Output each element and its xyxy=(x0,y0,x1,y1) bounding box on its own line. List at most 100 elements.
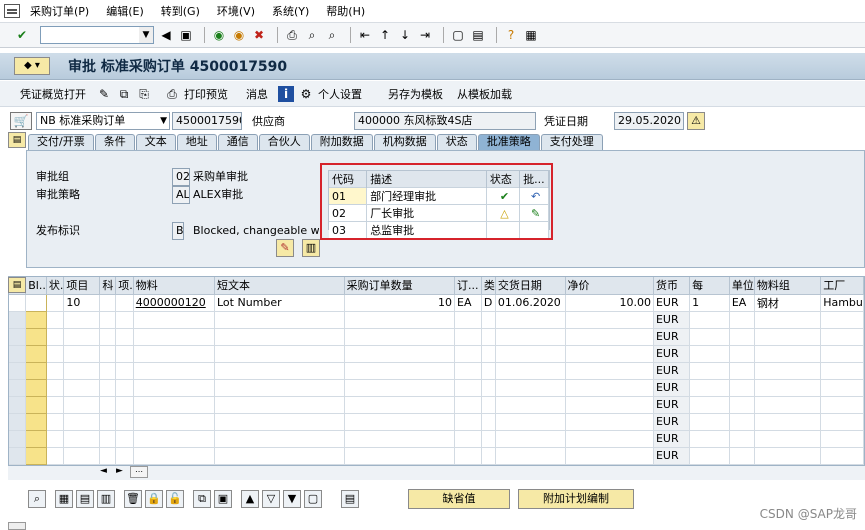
table-cell[interactable] xyxy=(344,447,456,465)
select-all-icon[interactable]: ▦ xyxy=(55,490,73,508)
shortcut-icon[interactable]: ▤ xyxy=(470,27,486,43)
other-document-icon[interactable]: ⎘ xyxy=(136,86,152,102)
paste-icon[interactable]: ▣ xyxy=(214,490,232,508)
row-selector[interactable] xyxy=(9,328,27,346)
table-row[interactable]: EUR xyxy=(9,310,864,329)
scroll-left-icon[interactable]: ◄ xyxy=(100,466,107,476)
table-row[interactable]: EUR xyxy=(9,344,864,363)
table-cell[interactable] xyxy=(454,447,482,465)
release-group-code[interactable]: 02 xyxy=(172,168,190,186)
table-cell[interactable] xyxy=(481,447,496,465)
cell-block[interactable] xyxy=(25,344,47,363)
table-cell[interactable] xyxy=(565,362,654,380)
table-cell[interactable] xyxy=(99,362,117,380)
table-cell[interactable] xyxy=(481,311,496,329)
row-selector[interactable] xyxy=(9,345,27,363)
table-cell[interactable] xyxy=(115,328,134,346)
sort-ascending-icon[interactable]: ▲ xyxy=(241,490,259,508)
table-cell[interactable] xyxy=(454,413,482,431)
info-icon[interactable]: i xyxy=(278,85,294,102)
table-cell[interactable] xyxy=(565,396,654,414)
table-cell[interactable] xyxy=(495,362,566,380)
command-nav-icon[interactable]: ◀ xyxy=(158,27,174,43)
table-cell[interactable] xyxy=(214,362,345,380)
row-selector[interactable] xyxy=(9,447,27,465)
table-row[interactable]: EUR xyxy=(9,361,864,380)
table-cell[interactable] xyxy=(115,430,134,448)
menu-edit[interactable]: 编辑(E) xyxy=(106,3,144,19)
cell-currency[interactable]: EUR xyxy=(653,379,691,397)
default-values-button[interactable]: 缺省值 xyxy=(408,489,510,509)
filter-settings-icon[interactable]: ▼ xyxy=(283,490,301,508)
last-page-icon[interactable]: ⇥ xyxy=(417,27,433,43)
scroll-columns-button[interactable]: ⋯ xyxy=(130,466,148,478)
table-cell[interactable] xyxy=(689,396,730,414)
layout-menu-icon[interactable]: ▦ xyxy=(523,27,539,43)
table-cell[interactable] xyxy=(133,396,216,414)
table-cell[interactable] xyxy=(99,447,117,465)
display-change-icon[interactable]: ⧉ xyxy=(116,86,132,102)
table-row[interactable]: EUR xyxy=(9,412,864,431)
row-selector[interactable] xyxy=(9,413,27,431)
cell-plant[interactable]: Hambu xyxy=(820,294,864,312)
table-cell[interactable] xyxy=(133,345,216,363)
cell-currency[interactable]: EUR xyxy=(653,396,691,414)
table-cell[interactable] xyxy=(344,362,456,380)
table-cell[interactable] xyxy=(495,328,566,346)
table-cell[interactable] xyxy=(495,396,566,414)
table-cell[interactable] xyxy=(133,362,216,380)
table-cell[interactable] xyxy=(689,328,730,346)
table-cell[interactable] xyxy=(729,328,755,346)
row-selector[interactable] xyxy=(9,362,27,380)
row-selector[interactable] xyxy=(9,430,27,448)
table-cell[interactable] xyxy=(344,345,456,363)
table-cell[interactable] xyxy=(99,328,117,346)
table-cell[interactable] xyxy=(454,345,482,363)
table-cell[interactable] xyxy=(495,430,566,448)
table-cell[interactable] xyxy=(495,447,566,465)
messages-button[interactable]: 消息 xyxy=(246,86,268,102)
table-row[interactable]: 10 4000000120 Lot Number 10 EA D 01.06.2… xyxy=(9,293,864,312)
table-cell[interactable] xyxy=(214,447,345,465)
table-cell[interactable] xyxy=(481,379,496,397)
table-cell[interactable] xyxy=(689,311,730,329)
save-as-template-button[interactable]: 另存为模板 xyxy=(388,86,443,102)
table-cell[interactable] xyxy=(115,345,134,363)
table-cell[interactable] xyxy=(565,447,654,465)
table-cell[interactable] xyxy=(115,413,134,431)
table-cell[interactable] xyxy=(481,413,496,431)
table-cell[interactable] xyxy=(63,430,101,448)
table-cell[interactable] xyxy=(133,413,216,431)
table-cell[interactable] xyxy=(481,362,496,380)
release-options-icon[interactable]: ▥ xyxy=(302,239,320,257)
print-icon[interactable]: ⎙ xyxy=(164,86,180,102)
cell-po-quantity[interactable]: 10 xyxy=(344,294,456,312)
table-cell[interactable] xyxy=(214,328,345,346)
cart-icon[interactable]: 🛒 xyxy=(10,112,32,130)
load-from-template-button[interactable]: 从模板加载 xyxy=(457,86,512,102)
row-selector[interactable] xyxy=(9,311,27,329)
table-cell[interactable] xyxy=(729,396,755,414)
table-cell[interactable] xyxy=(63,413,101,431)
table-cell[interactable] xyxy=(454,396,482,414)
table-row[interactable]: EUR xyxy=(9,378,864,397)
cell-block[interactable] xyxy=(25,395,47,414)
table-cell[interactable] xyxy=(820,413,864,431)
table-cell[interactable] xyxy=(754,362,822,380)
column-header-currency[interactable]: 货币 xyxy=(653,277,691,295)
tab-communication[interactable]: 通信 xyxy=(217,134,258,150)
print-icon[interactable]: ⎙ xyxy=(284,27,300,43)
configure-icon[interactable]: ▢ xyxy=(304,490,322,508)
table-cell[interactable] xyxy=(565,311,654,329)
tab-partners[interactable]: 合伙人 xyxy=(258,134,310,150)
table-cell[interactable] xyxy=(689,345,730,363)
help-icon[interactable]: ? xyxy=(503,27,519,43)
table-cell[interactable] xyxy=(729,413,755,431)
back-icon[interactable]: ◉ xyxy=(211,27,227,43)
table-cell[interactable] xyxy=(99,413,117,431)
vendor-field[interactable]: 400000 东风标致4S店 xyxy=(354,112,536,130)
column-header-delivery-date[interactable]: 交货日期 xyxy=(495,277,566,295)
first-page-icon[interactable]: ⇤ xyxy=(357,27,373,43)
table-cell[interactable] xyxy=(63,345,101,363)
table-cell[interactable] xyxy=(689,362,730,380)
